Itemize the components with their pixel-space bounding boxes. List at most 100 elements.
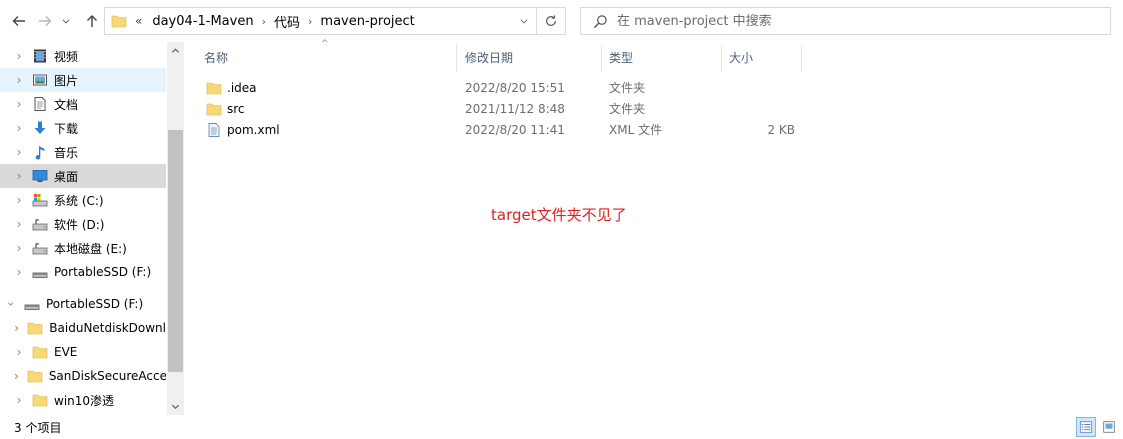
up-arrow-icon [87, 15, 97, 27]
table-row[interactable]: pom.xml 2022/8/20 11:41 XML 文件 2 KB [190, 119, 810, 140]
nav-item-drive-c[interactable]: › 系统 (C:) [0, 188, 166, 212]
documents-icon [32, 96, 48, 112]
file-type: 文件夹 [609, 81, 646, 95]
chevron-right-icon[interactable]: › [14, 121, 24, 135]
address-bar[interactable]: « day04-1-Maven › 代码 › maven-project [104, 7, 537, 35]
table-row[interactable]: src 2021/11/12 8:48 文件夹 [190, 98, 810, 119]
breadcrumb-separator[interactable]: › [308, 15, 312, 28]
back-arrow-icon [12, 16, 25, 26]
chevron-right-icon[interactable]: › [14, 265, 24, 279]
breadcrumb-day04[interactable]: day04-1-Maven [152, 14, 253, 29]
column-header-date[interactable]: 修改日期 [457, 42, 602, 72]
scroll-thumb[interactable] [168, 130, 183, 372]
breadcrumb-maven-project[interactable]: maven-project [320, 14, 414, 29]
chevron-right-icon[interactable]: › [14, 49, 24, 63]
column-header-name[interactable]: ^ 名称 [190, 39, 457, 72]
large-icons-view-icon [1103, 421, 1115, 433]
chevron-right-icon[interactable]: › [14, 393, 24, 407]
table-row[interactable]: .idea 2022/8/20 15:51 文件夹 [190, 77, 810, 98]
large-icons-view-button[interactable] [1099, 417, 1119, 437]
nav-scrollbar[interactable] [167, 42, 184, 415]
chevron-right-icon[interactable]: › [14, 97, 24, 111]
nav-label: 本地磁盘 (E:) [54, 241, 127, 256]
nav-label: 软件 (D:) [54, 217, 105, 232]
file-type: XML 文件 [609, 123, 663, 137]
nav-label: 图片 [54, 73, 79, 88]
nav-item-folder[interactable]: › SanDiskSecureAcce [0, 364, 166, 388]
chevron-right-icon[interactable]: › [14, 241, 24, 255]
column-label: 修改日期 [465, 50, 514, 65]
nav-item-drive-f[interactable]: › PortableSSD (F:) [0, 260, 166, 284]
nav-item-portable-ssd-root[interactable]: › PortableSSD (F:) [0, 292, 166, 316]
nav-label: 音乐 [54, 145, 79, 160]
nav-label: PortableSSD (F:) [46, 297, 144, 311]
nav-item-folder[interactable]: › win10渗透 [0, 388, 166, 412]
folder-icon [32, 344, 48, 360]
nav-label: 视频 [54, 49, 79, 64]
nav-label: SanDiskSecureAcce [48, 369, 166, 383]
up-button[interactable] [81, 9, 103, 33]
nav-item-drive-e[interactable]: › 本地磁盘 (E:) [0, 236, 166, 260]
folder-icon [27, 320, 43, 336]
pictures-icon [32, 72, 48, 88]
chevron-down-icon[interactable]: › [4, 299, 18, 309]
nav-label: 下载 [54, 121, 79, 136]
recent-locations-button[interactable] [58, 9, 74, 33]
nav-label: EVE [54, 345, 78, 359]
breadcrumb-separator[interactable]: › [262, 15, 266, 28]
address-toolbar: « day04-1-Maven › 代码 › maven-project [0, 0, 1123, 42]
chevron-right-icon[interactable]: › [14, 217, 24, 231]
nav-item-folder[interactable]: › EVE [0, 340, 166, 364]
scroll-down-button[interactable] [167, 398, 184, 415]
file-name-cell: src [206, 101, 245, 117]
breadcrumb-overflow[interactable]: « [135, 14, 142, 28]
nav-label: win10渗透 [54, 393, 115, 408]
chevron-right-icon[interactable]: › [14, 169, 24, 183]
nav-item-music[interactable]: › 音乐 [0, 140, 166, 164]
file-type: 文件夹 [609, 102, 646, 116]
item-count: 3 个项目 [14, 420, 62, 435]
column-divider[interactable] [801, 44, 802, 72]
nav-item-downloads[interactable]: › 下载 [0, 116, 166, 140]
file-size: 2 KB [767, 122, 795, 137]
chevron-down-icon [171, 404, 180, 410]
nav-item-desktop[interactable]: › 桌面 [0, 164, 166, 188]
address-dropdown-button[interactable] [512, 8, 536, 34]
file-date: 2021/11/12 8:48 [465, 101, 565, 116]
refresh-icon [546, 15, 556, 26]
forward-button[interactable] [34, 9, 56, 33]
usb-drive-icon [24, 296, 40, 312]
nav-item-pictures[interactable]: › 图片 [0, 68, 166, 92]
chevron-right-icon[interactable]: › [14, 193, 24, 207]
file-name-cell: .idea [206, 80, 257, 96]
forward-arrow-icon [39, 16, 52, 26]
chevron-down-icon [62, 19, 70, 24]
usb-drive-icon [32, 264, 48, 280]
column-header-size[interactable]: 大小 [722, 42, 802, 72]
file-name-cell: pom.xml [206, 122, 280, 138]
refresh-button[interactable] [537, 7, 566, 35]
back-button[interactable] [8, 9, 30, 33]
chevron-right-icon[interactable]: › [14, 345, 24, 359]
details-view-button[interactable] [1076, 417, 1096, 437]
nav-label: PortableSSD (F:) [54, 265, 152, 279]
breadcrumb-code[interactable]: 代码 [274, 12, 300, 31]
nav-item-folder[interactable]: › BaiduNetdiskDownl [0, 316, 166, 340]
nav-item-videos[interactable]: › 视频 [0, 44, 166, 68]
search-input[interactable] [617, 13, 1097, 29]
scroll-up-button[interactable] [167, 42, 184, 59]
nav-item-drive-d[interactable]: › 软件 (D:) [0, 212, 166, 236]
folder-icon [111, 15, 127, 28]
nav-item-documents[interactable]: › 文档 [0, 92, 166, 116]
nav-label: 文档 [54, 97, 79, 112]
video-icon [32, 48, 48, 64]
search-box[interactable] [580, 7, 1111, 35]
breadcrumb: day04-1-Maven › 代码 › maven-project [152, 12, 414, 31]
chevron-right-icon[interactable]: › [14, 73, 24, 87]
chevron-right-icon[interactable]: › [14, 321, 19, 335]
chevron-right-icon[interactable]: › [14, 369, 19, 383]
search-icon [593, 14, 607, 28]
column-header-type[interactable]: 类型 [602, 42, 722, 72]
system-drive-icon [32, 192, 48, 208]
chevron-right-icon[interactable]: › [14, 145, 24, 159]
